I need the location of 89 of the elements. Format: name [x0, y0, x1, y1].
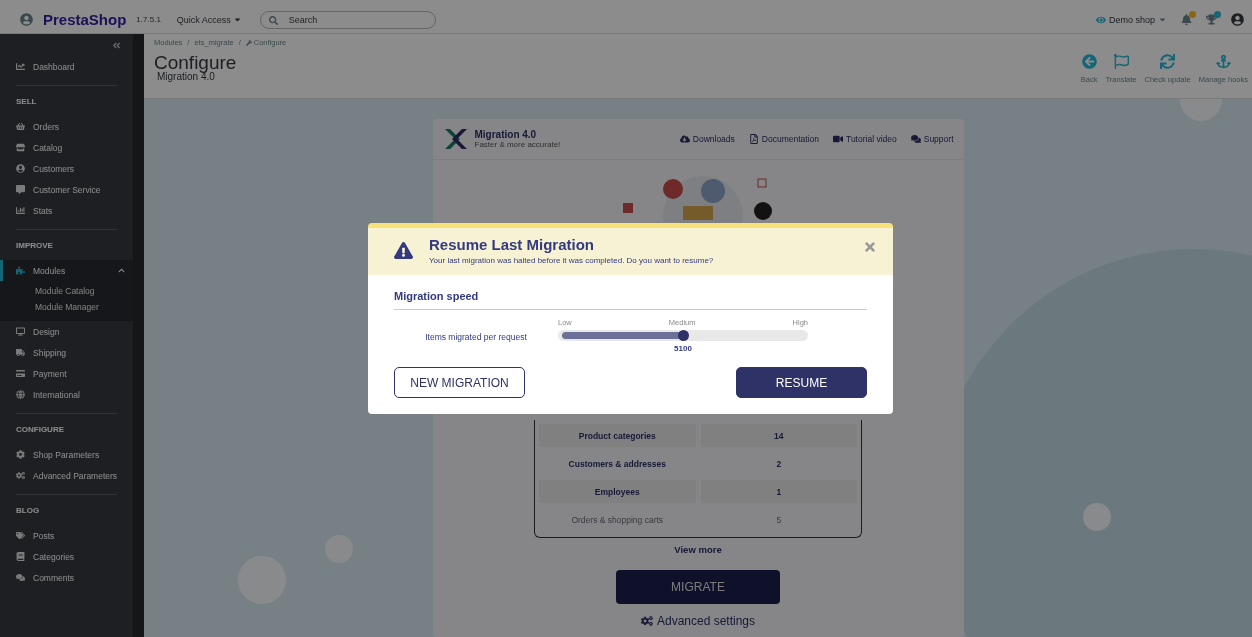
sidebar-icon: [16, 62, 25, 71]
video-camera-icon: [833, 134, 843, 144]
back-icon: [1081, 54, 1097, 69]
sidebar-item[interactable]: Shipping: [0, 342, 133, 363]
caret-icon: [1158, 15, 1167, 24]
module-tagline: Faster & more accurate!: [474, 140, 561, 149]
sidebar-icon: [16, 206, 25, 215]
sidebar-icon: [16, 327, 25, 336]
sidebar-icon: [16, 450, 25, 459]
sidebar-icon: [16, 122, 25, 131]
caret-icon: [232, 15, 242, 24]
sidebar-item[interactable]: Modules: [0, 260, 133, 281]
sidebar-icon: [16, 573, 25, 582]
header-link[interactable]: Documentation: [748, 134, 819, 144]
new-migration-button[interactable]: NEW MIGRATION: [394, 367, 525, 398]
sidebar-subitem[interactable]: Module Manager: [0, 299, 133, 315]
resume-button[interactable]: RESUME: [736, 367, 867, 398]
sidebar-item[interactable]: Categories: [0, 546, 133, 567]
sidebar-section-title: BLOG: [16, 494, 117, 525]
module-name: Migration 4.0: [474, 129, 538, 140]
logo-text: PrestaShop: [43, 11, 127, 28]
sidebar-icon: [16, 369, 25, 378]
sidebar-icon: [16, 390, 25, 399]
dialog-message: Your last migration was halted before it was completed. Do you want to resume?: [429, 256, 714, 265]
table-cell: Product categories: [539, 424, 696, 447]
sidebar-item[interactable]: Comments: [0, 567, 133, 588]
sidebar-item[interactable]: Catalog: [0, 137, 133, 158]
close-icon: [863, 240, 877, 254]
quick-access-menu[interactable]: Quick Access: [176, 14, 242, 25]
logo-icon: [20, 13, 33, 26]
sidebar-icon: [16, 185, 25, 194]
sidebar-item[interactable]: Dashboard: [0, 56, 133, 77]
version-text: 1.7.5.1: [136, 15, 161, 24]
sidebar-item[interactable]: Shop Parameters: [0, 444, 133, 465]
header-link[interactable]: Downloads: [679, 134, 735, 144]
sidebar-item[interactable]: Orders: [0, 116, 133, 137]
sidebar-icon: [16, 143, 25, 152]
sidebar-icon: [16, 471, 25, 480]
cloud-download-icon: [679, 134, 690, 144]
table-cell-text: 5: [775, 513, 783, 527]
sidebar-item[interactable]: Design: [0, 321, 133, 342]
search-icon: [268, 15, 278, 25]
pdf-file-icon: [748, 134, 759, 144]
collapse-icon[interactable]: [112, 40, 121, 50]
page-subtitle: Migration 4.0: [157, 72, 215, 82]
view-more-link[interactable]: View more: [674, 544, 722, 555]
sidebar-section-title: SELL: [16, 85, 117, 116]
sidebar-icon: [16, 531, 25, 540]
scrollbar[interactable]: [133, 34, 144, 637]
table-cell: 1: [700, 480, 857, 503]
flag-icon: [1113, 54, 1129, 69]
sidebar-item[interactable]: Customers: [0, 158, 133, 179]
sidebar-item[interactable]: Customer Service: [0, 179, 133, 200]
sidebar-icon: [16, 348, 25, 357]
sidebar-item[interactable]: Posts: [0, 525, 133, 546]
dialog-title: Resume Last Migration: [429, 236, 596, 253]
header-link[interactable]: Support: [910, 134, 954, 144]
user-icon[interactable]: [1231, 13, 1244, 26]
anchor-icon: [1215, 54, 1231, 69]
eye-icon: [1095, 14, 1106, 25]
gears-icon: [640, 615, 653, 627]
search-field[interactable]: Search: [259, 10, 436, 29]
advanced-settings-link[interactable]: Advanced settings: [640, 614, 756, 628]
sidebar-item[interactable]: Advanced Parameters: [0, 465, 133, 486]
sidebar-icon: [16, 552, 25, 561]
speed-slider[interactable]: [558, 330, 808, 341]
header-link[interactable]: Tutorial video: [833, 134, 897, 144]
sidebar-item[interactable]: International: [0, 384, 133, 405]
shop-link[interactable]: Demo shop: [1095, 14, 1167, 25]
sidebar-section-title: CONFIGURE: [16, 413, 117, 444]
warning-icon: [394, 241, 413, 260]
table-cell-text: Orders & shopping carts: [570, 513, 665, 527]
chat-icon: [910, 134, 921, 144]
sidebar-icon: [16, 266, 25, 275]
wrench-icon: [245, 39, 252, 46]
chevron-icon: [118, 267, 125, 274]
slider-value: 5100: [674, 344, 692, 353]
slider-label: Items migrated per request: [424, 332, 528, 342]
sidebar-icon: [16, 164, 25, 173]
page-title: Configure: [154, 53, 238, 72]
sidebar-item[interactable]: Stats: [0, 200, 133, 221]
refresh-icon: [1160, 54, 1176, 69]
table-cell: 14: [700, 424, 857, 447]
migrate-button[interactable]: MIGRATE: [616, 570, 780, 604]
sidebar-subitem[interactable]: Module Catalog: [0, 283, 133, 299]
section-title: Migration speed: [394, 290, 867, 310]
table-cell: Employees: [539, 480, 696, 503]
sidebar-item[interactable]: Payment: [0, 363, 133, 384]
slider-thumb[interactable]: [678, 330, 689, 341]
